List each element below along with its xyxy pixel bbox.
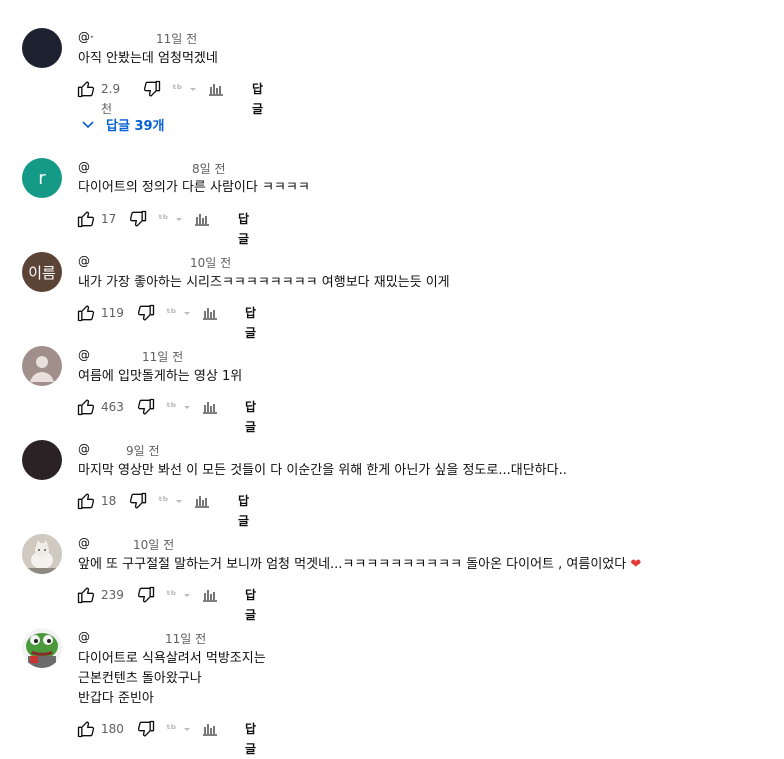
- thumbs-down-icon[interactable]: [128, 209, 148, 229]
- thumbs-up-icon[interactable]: [76, 719, 96, 739]
- thumbs-down-icon[interactable]: [142, 79, 162, 99]
- svg-text:ᵗᵇ: ᵗᵇ: [158, 212, 169, 226]
- author-handle[interactable]: @: [78, 442, 90, 456]
- frog-avatar-icon: [22, 628, 62, 668]
- like-count: 239: [101, 588, 124, 602]
- like-count: 2.9천: [101, 82, 121, 116]
- reply-button[interactable]: 답글: [252, 79, 263, 119]
- avatar[interactable]: [22, 346, 62, 386]
- timestamp[interactable]: 11일 전: [156, 30, 197, 47]
- thumbs-down-icon[interactable]: [128, 491, 148, 511]
- like-count: 180: [101, 722, 124, 736]
- avatar[interactable]: [22, 440, 62, 480]
- comment-text: 내가 가장 좋아하는 시리즈ㅋㅋㅋㅋㅋㅋㅋㅋ 여행보다 재밌는듯 이게: [78, 275, 450, 290]
- svg-text:ᵗᵇ: ᵗᵇ: [158, 494, 169, 508]
- avatar[interactable]: [22, 534, 62, 574]
- translate-icon[interactable]: ᵗᵇ: [166, 303, 192, 323]
- translate-icon[interactable]: ᵗᵇ: [158, 209, 184, 229]
- timestamp[interactable]: 9일 전: [126, 442, 160, 459]
- view-replies-button[interactable]: 답글 39개: [80, 114, 165, 134]
- svg-text:ᵗᵇ: ᵗᵇ: [166, 400, 177, 414]
- reply-button[interactable]: 답글: [245, 719, 256, 759]
- like-count: 17: [101, 212, 117, 226]
- comment-header: @ 10일 전: [78, 254, 231, 270]
- comment-thread: @ 9일 전 마지막 영상만 봐선 이 모든 것들이 다 이순간을 위해 한게 …: [0, 428, 784, 528]
- comment-header: @ 10일 전: [78, 536, 174, 552]
- comment-thread: @ 10일 전 앞에 또 구구절절 말하는거 보니까 엄청 먹겟네...ㅋㅋㅋㅋ…: [0, 522, 784, 622]
- avatar[interactable]: [22, 628, 62, 668]
- translate-icon[interactable]: ᵗᵇ: [172, 79, 198, 99]
- avatar[interactable]: r: [22, 158, 62, 198]
- thumbs-up-icon[interactable]: [76, 491, 96, 511]
- thumbs-up-icon[interactable]: [76, 585, 96, 605]
- chevron-down-icon: [82, 121, 94, 129]
- bar-chart-icon[interactable]: [200, 585, 220, 605]
- comment-header: @ 9일 전: [78, 442, 160, 458]
- cat-photo-icon: [22, 534, 62, 574]
- svg-text:ᵗᵇ: ᵗᵇ: [172, 82, 183, 96]
- comment-thread: @· 11일 전 아직 안봤는데 엄청먹겠네 2.9천 ᵗᵇ 답글 답글 39개: [0, 0, 784, 150]
- author-handle[interactable]: @: [78, 348, 90, 362]
- default-avatar-icon: [30, 356, 54, 382]
- comment-header: @ 11일 전: [78, 630, 206, 646]
- like-count: 463: [101, 400, 124, 414]
- bar-chart-icon[interactable]: [200, 397, 220, 417]
- svg-text:ᵗᵇ: ᵗᵇ: [166, 588, 177, 602]
- thumbs-up-icon[interactable]: [76, 209, 96, 229]
- author-handle[interactable]: @: [78, 536, 90, 550]
- bar-chart-icon[interactable]: [200, 303, 220, 323]
- bar-chart-icon[interactable]: [192, 209, 212, 229]
- author-handle[interactable]: @: [78, 630, 90, 644]
- thumbs-down-icon[interactable]: [136, 397, 156, 417]
- comment-header: @ 11일 전: [78, 348, 183, 364]
- comment-thread: r @ 8일 전 다이어트의 정의가 다른 사람이다 ㅋㅋㅋㅋ 17 ᵗᵇ 답글: [0, 150, 784, 246]
- avatar[interactable]: 이름: [22, 252, 62, 292]
- comment-text: 다이어트의 정의가 다른 사람이다 ㅋㅋㅋㅋ: [78, 180, 310, 195]
- bar-chart-icon[interactable]: [192, 491, 212, 511]
- thumbs-up-icon[interactable]: [76, 303, 96, 323]
- svg-text:ᵗᵇ: ᵗᵇ: [166, 306, 177, 320]
- comment-text: 앞에 또 구구절절 말하는거 보니까 엄청 먹겟네...ㅋㅋㅋㅋㅋㅋㅋㅋㅋㅋ 돌…: [78, 557, 642, 572]
- comment-text: 다이어트로 식욕살려서 먹방조지는 근본컨텐츠 돌아왔구나 반갑다 준빈아: [78, 651, 266, 706]
- like-count: 119: [101, 306, 124, 320]
- timestamp[interactable]: 8일 전: [192, 160, 226, 177]
- timestamp[interactable]: 10일 전: [133, 536, 174, 553]
- thumbs-down-icon[interactable]: [136, 303, 156, 323]
- like-count: 18: [101, 494, 117, 508]
- translate-icon[interactable]: ᵗᵇ: [158, 491, 184, 511]
- timestamp[interactable]: 11일 전: [165, 630, 206, 647]
- author-handle[interactable]: @: [78, 254, 90, 268]
- comment-header: @ 8일 전: [78, 160, 226, 176]
- timestamp[interactable]: 11일 전: [142, 348, 183, 365]
- translate-icon[interactable]: ᵗᵇ: [166, 585, 192, 605]
- comment-thread: @ 11일 전 여름에 입맛돌게하는 영상 1위 463 ᵗᵇ 답글: [0, 334, 784, 434]
- avatar[interactable]: [22, 28, 62, 68]
- author-handle[interactable]: @·: [78, 30, 94, 44]
- bar-chart-icon[interactable]: [206, 79, 226, 99]
- thumbs-up-icon[interactable]: [76, 397, 96, 417]
- comment-header: @· 11일 전: [78, 30, 197, 46]
- author-handle[interactable]: @: [78, 160, 90, 174]
- comment-thread: @ 11일 전 다이어트로 식욕살려서 먹방조지는 근본컨텐츠 돌아왔구나 반갑…: [0, 616, 784, 756]
- thumbs-down-icon[interactable]: [136, 719, 156, 739]
- thumbs-up-icon[interactable]: [76, 79, 96, 99]
- timestamp[interactable]: 10일 전: [190, 254, 231, 271]
- translate-icon[interactable]: ᵗᵇ: [166, 397, 192, 417]
- svg-text:ᵗᵇ: ᵗᵇ: [166, 722, 177, 736]
- heart-emoji-icon: ❤: [630, 557, 642, 572]
- replies-count-label: 답글 39개: [106, 118, 165, 134]
- comment-thread: 이름 @ 10일 전 내가 가장 좋아하는 시리즈ㅋㅋㅋㅋㅋㅋㅋㅋ 여행보다 재…: [0, 240, 784, 340]
- thumbs-down-icon[interactable]: [136, 585, 156, 605]
- comment-text: 아직 안봤는데 엄청먹겠네: [78, 51, 218, 66]
- comment-text: 여름에 입맛돌게하는 영상 1위: [78, 369, 243, 384]
- bar-chart-icon[interactable]: [200, 719, 220, 739]
- translate-icon[interactable]: ᵗᵇ: [166, 719, 192, 739]
- comment-text: 마지막 영상만 봐선 이 모든 것들이 다 이순간을 위해 한게 아닌가 싶을 …: [78, 463, 567, 478]
